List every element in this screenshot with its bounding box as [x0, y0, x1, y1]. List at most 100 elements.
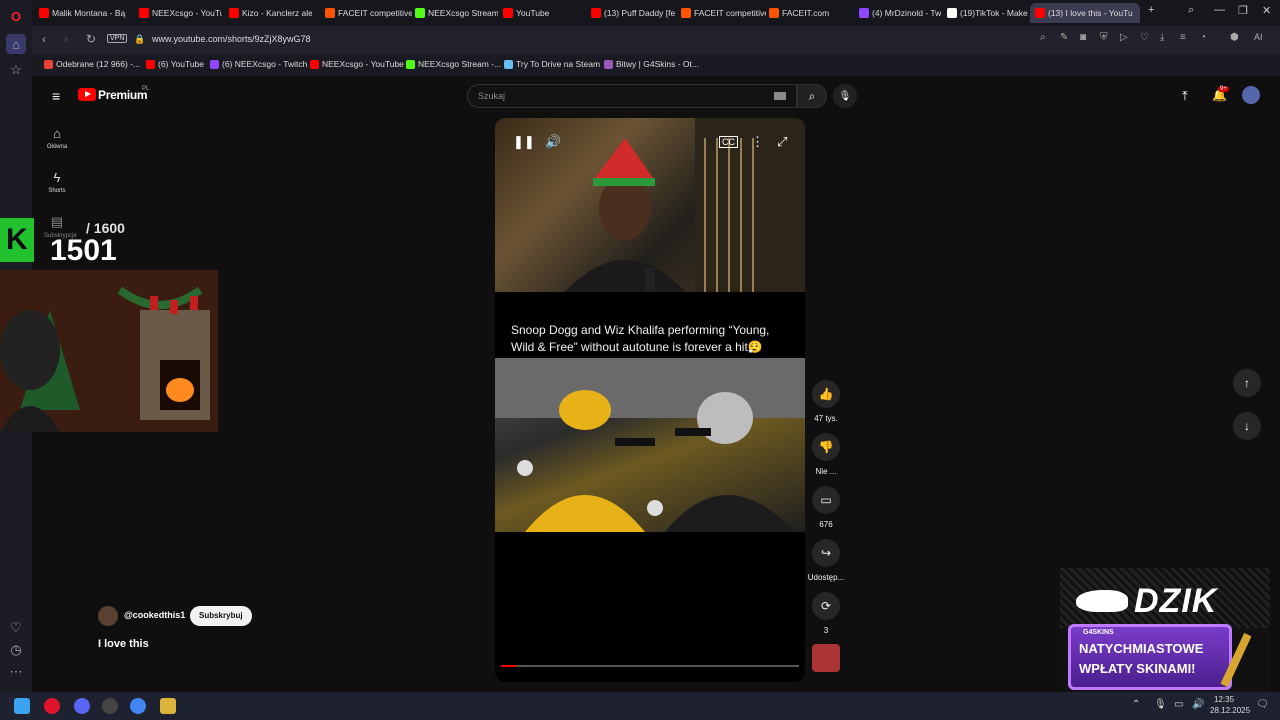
- profile-icon[interactable]: ◔: [1200, 32, 1206, 43]
- bookmark-item[interactable]: Try To Drive na Steam: [504, 59, 600, 69]
- history-icon[interactable]: ◷: [6, 640, 26, 660]
- clock-time[interactable]: 12:35: [1214, 695, 1234, 704]
- edit-icon[interactable]: ✎: [1060, 32, 1068, 43]
- voice-search-button[interactable]: 🎙: [833, 84, 857, 108]
- previous-short-button[interactable]: ↑: [1233, 369, 1261, 397]
- new-tab-icon[interactable]: +: [1148, 4, 1154, 16]
- close-icon[interactable]: ✕: [1262, 4, 1271, 17]
- tab-7[interactable]: FACEIT competitive: [676, 3, 766, 23]
- notifications-icon[interactable]: 🗨: [1256, 699, 1269, 710]
- tab-search-icon[interactable]: ⌕: [1188, 4, 1194, 17]
- more-options-icon[interactable]: ⋮: [751, 134, 764, 150]
- dislike-button[interactable]: 👎 Nie ...: [804, 433, 848, 476]
- more-icon[interactable]: ⋯: [6, 662, 26, 682]
- tab-11-active[interactable]: (13) I love this - YouTu: [1030, 3, 1140, 23]
- captions-icon[interactable]: CC: [719, 136, 738, 148]
- tab-4[interactable]: NEEXcsgo Stream: [410, 3, 498, 23]
- app-taskbar-icon[interactable]: [160, 698, 176, 714]
- tray-chevron-icon[interactable]: ⌃: [1132, 699, 1140, 710]
- tray-mic-icon[interactable]: 🎙: [1154, 699, 1167, 710]
- search-input[interactable]: Szukaj: [467, 84, 797, 108]
- subscribe-button[interactable]: Subskrybuj: [190, 606, 252, 626]
- tab-1[interactable]: NEEXcsgo - YouTub: [134, 3, 222, 23]
- tab-5[interactable]: YouTube: [498, 3, 586, 23]
- keyboard-icon[interactable]: [774, 92, 786, 100]
- tab-9[interactable]: (4) MrDzinold - Tw: [854, 3, 942, 23]
- like-button[interactable]: 👍 47 tys.: [804, 380, 848, 423]
- discord-taskbar-icon[interactable]: [74, 698, 90, 714]
- channel-name[interactable]: @cookedthis1: [124, 610, 185, 620]
- shorts-player[interactable]: ❚❚ 🔊 CC ⋮ ⤢ Snoop Dogg and Wiz Khalifa p…: [495, 118, 805, 682]
- home-icon: ⌂: [53, 126, 61, 141]
- rail-home[interactable]: ⌂ Główna: [44, 126, 70, 150]
- tab-6[interactable]: (13) Puff Daddy [fe: [586, 3, 678, 23]
- camera-icon[interactable]: ◙: [1080, 32, 1086, 43]
- bookmark-item[interactable]: (6) NEEXcsgo - Twitch: [210, 59, 307, 69]
- comments-button[interactable]: ▭ 676: [804, 486, 848, 529]
- bookmark-item[interactable]: Bitwy | G4Skins - Ot...: [604, 59, 699, 69]
- hamburger-menu-icon[interactable]: ≡: [52, 88, 60, 104]
- youtube-icon: [146, 60, 155, 69]
- lock-icon[interactable]: 🔒: [134, 34, 145, 45]
- windows-start-icon[interactable]: [14, 698, 30, 714]
- tiktok-favicon-icon: [947, 8, 957, 18]
- search-button[interactable]: ⌕: [797, 84, 827, 108]
- heart-icon[interactable]: ♡: [1140, 32, 1149, 43]
- youtube-logo-text[interactable]: Premium: [98, 88, 148, 102]
- ai-icon[interactable]: AI: [1254, 32, 1263, 42]
- vpn-badge[interactable]: VPN: [107, 34, 128, 43]
- url-field[interactable]: www.youtube.com/shorts/9zZjX8ywG78: [152, 34, 311, 44]
- shield-icon[interactable]: ⛨: [1100, 32, 1108, 43]
- progress-bar[interactable]: [501, 665, 799, 667]
- tab-8[interactable]: FACEIT.com: [764, 3, 852, 23]
- bookmark-item[interactable]: NEEXcsgo - YouTube: [310, 59, 404, 69]
- opera-taskbar-icon[interactable]: [44, 698, 60, 714]
- rail-shorts[interactable]: ϟ Shorts: [44, 170, 70, 194]
- bookmark-item[interactable]: (6) YouTube: [146, 59, 204, 69]
- tray-monitor-icon[interactable]: ▭: [1174, 699, 1183, 710]
- next-short-button[interactable]: ↓: [1233, 412, 1261, 440]
- avatar[interactable]: [1242, 86, 1260, 104]
- sound-thumbnail[interactable]: [804, 644, 848, 678]
- youtube-favicon-icon: [139, 8, 149, 18]
- steam-taskbar-icon[interactable]: [102, 698, 118, 714]
- reload-icon[interactable]: ↻: [86, 32, 96, 46]
- minimize-icon[interactable]: —: [1214, 4, 1225, 16]
- upload-icon[interactable]: ⤒: [1182, 88, 1188, 104]
- youtube-icon: [310, 60, 319, 69]
- tray-volume-icon[interactable]: 🔊: [1192, 699, 1204, 710]
- search-icon[interactable]: ⌕: [1040, 32, 1046, 43]
- opera-logo-icon[interactable]: O: [6, 6, 26, 26]
- back-icon[interactable]: ‹: [42, 32, 46, 46]
- faceit-favicon-icon: [769, 8, 779, 18]
- bookmark-item[interactable]: NEEXcsgo Stream -...: [406, 59, 501, 69]
- menu-icon[interactable]: ≡: [1180, 32, 1186, 43]
- youtube-logo-icon[interactable]: [78, 88, 96, 101]
- youtube-favicon-icon: [39, 8, 49, 18]
- g4skins-icon: [604, 60, 613, 69]
- tab-0[interactable]: Malik Montana - Bą: [34, 3, 126, 23]
- heart-icon[interactable]: ♡: [6, 618, 26, 638]
- g4skins-logo: G4SKINS: [1083, 629, 1114, 636]
- bookmark-item[interactable]: Odebrane (12 966) -...: [44, 59, 140, 69]
- remix-button[interactable]: ⟳ 3: [804, 592, 848, 635]
- volume-icon[interactable]: 🔊: [545, 134, 561, 150]
- kick-favicon-icon: [415, 8, 425, 18]
- tab-3[interactable]: FACEIT competitive: [320, 3, 412, 23]
- fullscreen-icon[interactable]: ⤢: [777, 134, 787, 150]
- home-icon[interactable]: ⌂: [6, 34, 26, 54]
- chrome-taskbar-icon[interactable]: [130, 698, 146, 714]
- maximize-icon[interactable]: ❐: [1238, 4, 1248, 17]
- windows-taskbar: ⌃ 🎙 ▭ 🔊 12:35 28.12.2025 🗨: [0, 692, 1280, 720]
- tab-10[interactable]: (19)TikTok - Make Y: [942, 3, 1030, 23]
- download-icon[interactable]: ⤓: [1160, 32, 1164, 43]
- pause-icon[interactable]: ❚❚: [513, 134, 535, 150]
- forward-icon[interactable]: ›: [64, 32, 68, 46]
- share-button[interactable]: ↪ Udostęp...: [804, 539, 848, 582]
- pin-icon[interactable]: ☆: [6, 60, 26, 80]
- tab-2[interactable]: Kizo - Kanclerz ale: [224, 3, 312, 23]
- channel-avatar[interactable]: [98, 606, 118, 626]
- clock-date[interactable]: 28.12.2025: [1210, 706, 1250, 715]
- extension-icon[interactable]: ⬢: [1230, 32, 1239, 43]
- play-icon[interactable]: ▷: [1120, 32, 1128, 43]
